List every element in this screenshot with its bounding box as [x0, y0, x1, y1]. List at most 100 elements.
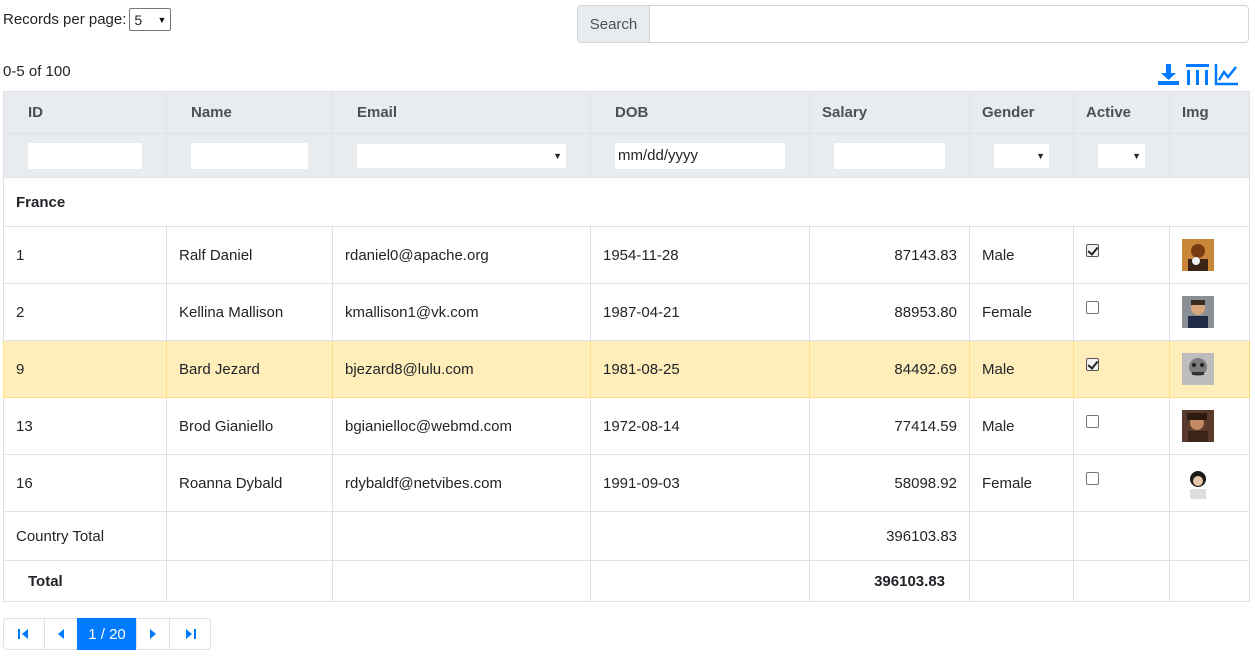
cell-img: [1169, 226, 1250, 284]
cell-dob: 1991-09-03: [590, 454, 810, 512]
active-checkbox[interactable]: [1086, 415, 1099, 429]
cell-name: Ralf Daniel: [166, 226, 333, 284]
column-header-name[interactable]: Name: [166, 91, 333, 134]
header-row: ID Name Email DOB Salary Gender Active I…: [3, 91, 1250, 134]
chart-icon[interactable]: [1214, 62, 1239, 86]
avatar-image: [1182, 353, 1214, 385]
download-icon[interactable]: [1156, 62, 1181, 86]
cell-name: Bard Jezard: [166, 340, 333, 398]
cell-id: 13: [3, 397, 167, 455]
column-header-id[interactable]: ID: [3, 91, 167, 134]
filter-row: ▼ mm/dd/yyyy ▼ ▼: [3, 133, 1250, 178]
total-salary: 396103.83: [809, 560, 970, 602]
cell-active: [1073, 340, 1170, 398]
cell-salary: 88953.80: [809, 283, 970, 341]
chevron-down-icon: ▼: [1036, 150, 1045, 161]
record-range: 0-5 of 100: [3, 63, 71, 80]
table-row[interactable]: 16 Roanna Dybald rdybaldf@netvibes.com 1…: [3, 454, 1250, 512]
filter-dob-input[interactable]: mm/dd/yyyy: [615, 142, 785, 169]
subtotal-label: Country Total: [3, 511, 167, 561]
group-row[interactable]: France: [3, 177, 1250, 227]
cell-img: [1169, 283, 1250, 341]
chevron-down-icon: ▼: [157, 14, 167, 25]
last-page-button[interactable]: [169, 618, 211, 650]
filter-gender-select[interactable]: ▼: [994, 143, 1049, 168]
column-header-gender[interactable]: Gender: [969, 91, 1074, 134]
pagination: 1 / 20: [3, 618, 211, 650]
active-checkbox[interactable]: [1086, 358, 1099, 372]
cell-active: [1073, 226, 1170, 284]
cell-active: [1073, 397, 1170, 455]
last-page-icon: [186, 629, 196, 639]
cell-dob: 1972-08-14: [590, 397, 810, 455]
cell-name: Roanna Dybald: [166, 454, 333, 512]
filter-salary-input[interactable]: [834, 142, 945, 169]
cell-name: Brod Gianiello: [166, 397, 333, 455]
avatar-image: [1182, 467, 1214, 499]
cell-gender: Male: [969, 397, 1074, 455]
cell-id: 1: [3, 226, 167, 284]
cell-salary: 87143.83: [809, 226, 970, 284]
total-label: Total: [3, 560, 167, 602]
search-input[interactable]: [650, 5, 1249, 43]
cell-salary: 77414.59: [809, 397, 970, 455]
table-row[interactable]: 2 Kellina Mallison kmallison1@vk.com 198…: [3, 283, 1250, 341]
records-per-page-label: Records per page:: [3, 11, 127, 28]
column-header-active[interactable]: Active: [1073, 91, 1170, 134]
cell-id: 9: [3, 340, 167, 398]
search-group: Search: [577, 5, 1249, 43]
cell-id: 16: [3, 454, 167, 512]
active-checkbox[interactable]: [1086, 244, 1099, 258]
records-per-page-select[interactable]: 5 ▼: [129, 8, 172, 31]
subtotal-salary: 396103.83: [809, 511, 970, 561]
avatar-image: [1182, 296, 1214, 328]
column-header-dob[interactable]: DOB: [590, 91, 810, 134]
cell-gender: Female: [969, 283, 1074, 341]
first-page-button[interactable]: [3, 618, 45, 650]
chevron-left-icon: [58, 629, 64, 639]
current-page[interactable]: 1 / 20: [77, 618, 137, 650]
cell-gender: Male: [969, 226, 1074, 284]
filter-id-input[interactable]: [28, 142, 142, 169]
table-row-selected[interactable]: 9 Bard Jezard bjezard8@lulu.com 1981-08-…: [3, 340, 1250, 398]
group-label: France: [3, 177, 1250, 227]
filter-email-select[interactable]: ▼: [357, 143, 566, 168]
subtotal-row: Country Total 396103.83: [3, 511, 1250, 561]
data-table: ID Name Email DOB Salary Gender Active I…: [3, 91, 1250, 602]
cell-email: rdaniel0@apache.org: [332, 226, 591, 284]
cell-email: kmallison1@vk.com: [332, 283, 591, 341]
table-toolbar: [1156, 62, 1239, 86]
cell-gender: Male: [969, 340, 1074, 398]
cell-dob: 1954-11-28: [590, 226, 810, 284]
filter-name-input[interactable]: [191, 142, 308, 169]
chevron-right-icon: [150, 629, 156, 639]
chevron-down-icon: ▼: [1132, 150, 1141, 161]
table-row[interactable]: 13 Brod Gianiello bgianielloc@webmd.com …: [3, 397, 1250, 455]
cell-dob: 1981-08-25: [590, 340, 810, 398]
prev-page-button[interactable]: [44, 618, 78, 650]
cell-id: 2: [3, 283, 167, 341]
filter-active-select[interactable]: ▼: [1098, 143, 1145, 168]
column-header-img: Img: [1169, 91, 1250, 134]
cell-name: Kellina Mallison: [166, 283, 333, 341]
column-header-email[interactable]: Email: [332, 91, 591, 134]
table-row[interactable]: 1 Ralf Daniel rdaniel0@apache.org 1954-1…: [3, 226, 1250, 284]
cell-salary: 84492.69: [809, 340, 970, 398]
cell-dob: 1987-04-21: [590, 283, 810, 341]
cell-active: [1073, 454, 1170, 512]
active-checkbox[interactable]: [1086, 472, 1099, 486]
cell-gender: Female: [969, 454, 1074, 512]
total-row: Total 396103.83: [3, 560, 1250, 602]
avatar-image: [1182, 410, 1214, 442]
cell-email: bjezard8@lulu.com: [332, 340, 591, 398]
first-page-icon: [18, 629, 28, 639]
records-per-page-value: 5: [134, 11, 143, 28]
active-checkbox[interactable]: [1086, 301, 1099, 315]
cell-salary: 58098.92: [809, 454, 970, 512]
cell-img: [1169, 454, 1250, 512]
column-header-salary[interactable]: Salary: [809, 91, 970, 134]
records-per-page: Records per page: 5 ▼: [3, 8, 172, 31]
next-page-button[interactable]: [136, 618, 170, 650]
cell-email: rdybaldf@netvibes.com: [332, 454, 591, 512]
columns-icon[interactable]: [1185, 62, 1210, 86]
